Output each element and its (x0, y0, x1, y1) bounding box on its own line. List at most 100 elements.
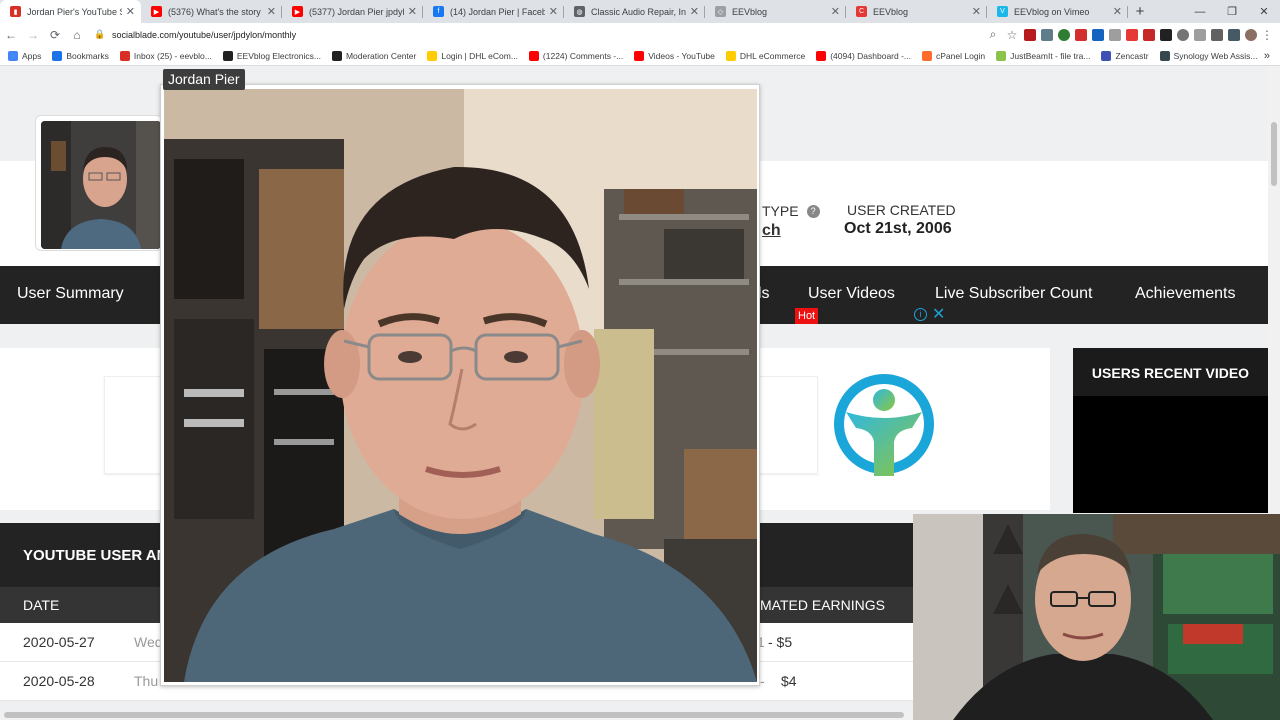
tab-close-icon[interactable]: ✕ (126, 5, 135, 18)
tab-title: (14) Jordan Pier | Facebook (450, 6, 545, 17)
window-controls: — ❐ ✕ (1184, 0, 1280, 23)
bookmark-label: JustBeamIt - file tra... (1010, 50, 1091, 61)
tab-close-icon[interactable]: ✕ (972, 5, 981, 18)
minimize-button[interactable]: — (1184, 0, 1216, 23)
ad-close-icon[interactable]: ✕ (932, 304, 945, 324)
bookmark-star-icon[interactable]: ☆ (1005, 24, 1019, 46)
bookmark-item[interactable]: Apps (8, 50, 41, 61)
new-tab-button[interactable]: + (1128, 0, 1152, 23)
ad-info-icon[interactable]: i (914, 308, 927, 321)
forward-button[interactable]: → (22, 24, 44, 46)
extension-icon[interactable] (1058, 28, 1070, 41)
tab-close-icon[interactable]: ✕ (267, 5, 276, 18)
maximize-button[interactable]: ❐ (1216, 0, 1248, 23)
tab-title: EEVblog (873, 6, 909, 17)
bookmark-icon (816, 50, 827, 61)
extension-icon[interactable] (1194, 28, 1206, 41)
user-created-value: Oct 21st, 2006 (844, 220, 952, 237)
extension-icon[interactable] (1211, 28, 1223, 41)
bookmarks-overflow-icon[interactable]: » (1264, 50, 1270, 62)
extension-icon[interactable] (1109, 28, 1121, 41)
bookmark-item[interactable]: (4094) Dashboard -... (816, 50, 912, 61)
extension-icon[interactable] (1126, 28, 1138, 41)
bookmark-icon (8, 50, 18, 61)
home-button[interactable]: ⌂ (66, 24, 88, 46)
user-created-label: USER CREATED (847, 202, 956, 218)
tab-favicon-icon: ▮ (10, 6, 21, 17)
extension-icon[interactable] (1228, 28, 1240, 41)
bookmark-item[interactable]: Synology Web Assis... (1159, 50, 1258, 61)
bookmark-item[interactable]: Bookmarks (52, 50, 109, 61)
browser-tab[interactable]: ▮ Jordan Pier's YouTube Stats ✕ (0, 0, 141, 23)
tab-favicon-icon: f (433, 6, 444, 17)
browser-tab[interactable]: ▶ (5376) What's the story with ✕ (141, 0, 282, 23)
profile-avatar[interactable] (35, 115, 163, 251)
column-earnings: MATED EARNINGS (760, 597, 885, 613)
reload-button[interactable]: ⟳ (44, 24, 66, 46)
tab-close-icon[interactable]: ✕ (549, 5, 558, 18)
browser-tab[interactable]: f (14) Jordan Pier | Facebook ✕ (423, 0, 564, 23)
close-window-button[interactable]: ✕ (1248, 0, 1280, 23)
bookmark-icon (922, 50, 933, 61)
url-text: socialblade.com/youtube/user/jpdylon/mon… (112, 29, 297, 40)
help-icon[interactable]: ? (806, 205, 820, 218)
extension-icon[interactable] (1092, 28, 1104, 41)
tab-close-icon[interactable]: ✕ (1113, 5, 1122, 18)
hot-badge: Hot (795, 308, 819, 324)
zoom-icon[interactable]: ⌕ (986, 24, 1000, 46)
tab-title: EEVblog (732, 6, 768, 17)
tab-close-icon[interactable]: ✕ (408, 5, 417, 18)
bookmark-icon (222, 50, 233, 61)
bookmark-item[interactable]: (1224) Comments -... (528, 50, 623, 61)
bookmark-item[interactable]: Login | DHL eCom... (427, 50, 518, 61)
bookmark-item[interactable]: cPanel Login (922, 50, 985, 61)
nav-live-subscriber-count[interactable]: Live Subscriber Count (935, 285, 1092, 303)
webcam-overlay (913, 514, 1280, 720)
bookmark-label: (4094) Dashboard -... (830, 50, 912, 61)
recent-video-player[interactable] (1073, 396, 1268, 513)
bookmark-item[interactable]: JustBeamIt - file tra... (996, 50, 1091, 61)
back-button[interactable]: ← (0, 24, 22, 46)
row-day: Thu (134, 673, 159, 689)
avatar-hover-popup (160, 84, 760, 686)
bookmark-item[interactable]: Moderation Center (331, 50, 417, 61)
user-type-value[interactable]: ch (762, 222, 781, 240)
extension-icon[interactable] (1075, 28, 1087, 41)
address-bar[interactable]: 🔒 socialblade.com/youtube/user/jpdylon/m… (94, 25, 954, 45)
bookmark-label: EEVblog Electronics... (236, 50, 321, 61)
bookmark-label: Moderation Center (345, 50, 417, 61)
ad-logo-icon[interactable] (832, 372, 936, 476)
nav-user-summary[interactable]: User Summary (17, 285, 124, 303)
extension-icon[interactable] (1041, 28, 1053, 41)
row-prefix: - (760, 673, 765, 689)
extension-icon[interactable] (1177, 28, 1189, 41)
menu-icon[interactable]: ⋮ (1261, 24, 1273, 46)
extension-icon[interactable] (1143, 28, 1155, 41)
browser-tab-strip: ▮ Jordan Pier's YouTube Stats ✕ ▶ (5376) Wha… (0, 0, 1280, 23)
bookmark-item[interactable]: Zencastr (1101, 50, 1149, 61)
bookmark-item[interactable]: Videos - YouTube (634, 50, 715, 61)
nav-achievements[interactable]: Achievements (1135, 285, 1236, 303)
recent-video-title: USERS RECENT VIDEO (1091, 365, 1250, 381)
extension-icon[interactable] (1024, 28, 1036, 41)
nav-user-videos[interactable]: User Videos (808, 285, 895, 303)
browser-tab[interactable]: V EEVblog on Vimeo ✕ (987, 0, 1128, 23)
bookmark-icon (331, 50, 342, 61)
browser-tab[interactable]: ◍ Classic Audio Repair, Inc. - ✕ (564, 0, 705, 23)
tab-close-icon[interactable]: ✕ (690, 5, 699, 18)
bookmark-icon (1101, 50, 1112, 61)
bookmark-label: Login | DHL eCom... (441, 50, 518, 61)
extension-icon[interactable] (1160, 28, 1172, 41)
row-earnings: $4 (781, 673, 797, 689)
bookmark-item[interactable]: Inbox (25) - eevblo... (119, 50, 212, 61)
row-earnings: - $5 (768, 634, 793, 650)
browser-tab[interactable]: ▶ (5377) Jordan Pier jpdylon ✕ (282, 0, 423, 23)
bookmark-item[interactable]: DHL eCommerce (725, 50, 805, 61)
tab-close-icon[interactable]: ✕ (831, 5, 840, 18)
profile-avatar-icon[interactable] (1245, 28, 1257, 41)
bookmark-item[interactable]: EEVblog Electronics... (222, 50, 321, 61)
bookmark-icon (725, 50, 736, 61)
browser-tab[interactable]: ◇ EEVblog ✕ (705, 0, 846, 23)
lock-icon: 🔒 (94, 29, 106, 39)
browser-tab[interactable]: C EEVblog ✕ (846, 0, 987, 23)
